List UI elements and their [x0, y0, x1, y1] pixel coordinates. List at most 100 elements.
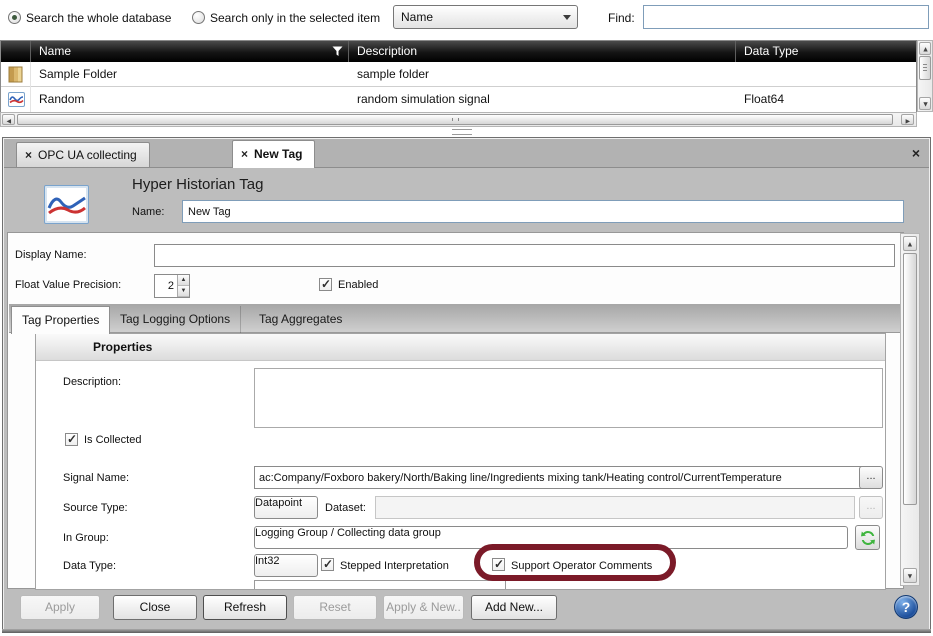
row-description: random simulation signal — [349, 87, 736, 112]
radio-whole-database-label: Search the whole database — [26, 11, 171, 25]
apply-and-new-button: Apply & New.. — [383, 595, 464, 620]
close-tab-icon[interactable]: × — [25, 143, 32, 167]
signal-name-input[interactable] — [254, 466, 864, 489]
group-title: Properties — [93, 340, 152, 354]
panel-bottom-edge — [2, 629, 931, 633]
in-group-dropdown[interactable]: Logging Group / Collecting data group — [254, 526, 848, 549]
in-group-label: In Group: — [63, 532, 109, 544]
form-vertical-scrollbar[interactable]: ▲ ▼ — [900, 233, 920, 586]
datatype-column-header[interactable]: Data Type — [736, 41, 918, 62]
radio-search-whole-database[interactable] — [8, 11, 21, 24]
description-textarea[interactable] — [254, 368, 883, 428]
property-tab-strip: Tag Properties Tag Logging Options Tag A… — [9, 304, 903, 333]
editor-title: Hyper Historian Tag — [132, 176, 263, 193]
data-type-value: Int32 — [255, 555, 279, 567]
results-table: Name Description Data Type Sample Folder… — [0, 40, 917, 112]
stepped-interpretation-checkbox[interactable] — [321, 558, 334, 571]
precision-label: Float Value Precision: — [15, 279, 121, 291]
icon-column-header[interactable] — [1, 41, 31, 62]
dataset-browse-button: ... — [859, 496, 883, 519]
splitter-handle[interactable] — [452, 129, 472, 135]
is-collected-checkbox[interactable] — [65, 433, 78, 446]
document-tab-bar: × OPC UA collecting × New Tag × — [4, 139, 929, 168]
row-icon-cell — [1, 62, 31, 87]
search-field-value: Name — [401, 10, 433, 24]
close-tab-icon[interactable]: × — [241, 141, 248, 168]
dataset-label: Dataset: — [325, 502, 366, 514]
support-operator-comments-label: Support Operator Comments — [511, 560, 652, 572]
scroll-up-arrow-icon[interactable]: ▲ — [919, 42, 931, 55]
name-column-header[interactable]: Name — [31, 41, 349, 62]
source-type-value: Datapoint — [255, 497, 302, 509]
chevron-down-icon — [563, 15, 571, 20]
data-type-label: Data Type: — [63, 560, 116, 572]
tab-label: New Tag — [254, 147, 302, 161]
refresh-button[interactable]: Refresh — [203, 595, 287, 620]
table-horizontal-scrollbar[interactable]: ◄ ► — [0, 112, 917, 127]
precision-value: 2 — [155, 275, 176, 297]
tab-label: OPC UA collecting — [38, 148, 137, 162]
is-collected-label: Is Collected — [84, 434, 141, 446]
row-name: Random — [31, 87, 349, 112]
add-new-button[interactable]: Add New... — [471, 595, 557, 620]
tab-new-tag[interactable]: × New Tag — [232, 140, 315, 168]
filter-funnel-icon[interactable] — [332, 46, 343, 57]
find-input[interactable] — [643, 5, 929, 29]
stepper-up-icon[interactable]: ▲ — [178, 275, 189, 286]
tag-type-icon — [44, 185, 89, 224]
partially-scrolled-control — [254, 580, 506, 590]
support-operator-comments-checkbox[interactable] — [492, 558, 505, 571]
tab-tag-aggregates[interactable]: Tag Aggregates — [249, 306, 352, 333]
row-icon-cell — [1, 87, 31, 112]
stepper-arrows[interactable]: ▲ ▼ — [177, 275, 189, 297]
form-scroll-thumb[interactable] — [903, 253, 917, 505]
apply-button: Apply — [20, 595, 100, 620]
form-area: Display Name: Float Value Precision: 2 ▲… — [7, 232, 904, 589]
scroll-up-arrow-icon[interactable]: ▲ — [903, 236, 917, 251]
scroll-down-arrow-icon[interactable]: ▼ — [919, 97, 931, 110]
row-description: sample folder — [349, 62, 736, 87]
refresh-group-button[interactable] — [855, 525, 880, 550]
in-group-value: Logging Group / Collecting data group — [255, 527, 441, 539]
radio-search-selected-item[interactable] — [192, 11, 205, 24]
signal-browse-button[interactable]: ... — [859, 466, 883, 489]
tab-tag-properties[interactable]: Tag Properties — [11, 306, 110, 334]
table-row[interactable]: Sample Folder sample folder — [1, 62, 916, 87]
enabled-checkbox[interactable] — [319, 278, 332, 291]
source-type-label: Source Type: — [63, 502, 128, 514]
signal-name-label: Signal Name: — [63, 472, 129, 484]
tag-name-input[interactable] — [182, 200, 904, 223]
display-name-input[interactable] — [154, 244, 895, 267]
display-name-label: Display Name: — [15, 249, 87, 261]
table-scroll-thumb[interactable] — [919, 56, 931, 80]
close-panel-icon[interactable]: × — [912, 145, 920, 161]
enabled-label: Enabled — [338, 279, 378, 291]
find-label: Find: — [608, 11, 635, 25]
editor-panel: × OPC UA collecting × New Tag × Hyper Hist… — [2, 137, 931, 632]
row-datatype: Float64 — [736, 87, 918, 112]
dataset-input — [375, 496, 855, 519]
table-row[interactable]: Random random simulation signal Float64 — [1, 87, 916, 112]
stepped-interpretation-label: Stepped Interpretation — [340, 560, 449, 572]
close-button[interactable]: Close — [113, 595, 197, 620]
radio-selected-item-label: Search only in the selected item — [210, 11, 380, 25]
help-icon[interactable]: ? — [894, 595, 918, 619]
description-column-header[interactable]: Description — [349, 41, 736, 62]
table-vertical-scrollbar[interactable]: ▲ ▼ — [917, 40, 933, 112]
reset-button: Reset — [293, 595, 377, 620]
name-label: Name: — [132, 206, 164, 218]
scroll-down-arrow-icon[interactable]: ▼ — [903, 568, 917, 583]
stepper-down-icon[interactable]: ▼ — [178, 286, 189, 297]
app-window: Search the whole database Search only in… — [0, 0, 933, 636]
tab-opc-ua-collecting[interactable]: × OPC UA collecting — [16, 142, 150, 167]
tab-tag-logging-options[interactable]: Tag Logging Options — [110, 306, 241, 333]
scroll-left-arrow-icon[interactable]: ◄ — [2, 114, 15, 125]
row-name: Sample Folder — [31, 62, 349, 87]
table-hscroll-thumb[interactable] — [17, 114, 893, 125]
search-field-dropdown[interactable]: Name — [393, 5, 578, 29]
data-type-dropdown[interactable]: Int32 — [254, 554, 318, 577]
source-type-dropdown[interactable]: Datapoint — [254, 496, 318, 519]
group-header: Properties — [36, 334, 885, 361]
precision-stepper[interactable]: 2 ▲ ▼ — [154, 274, 190, 298]
scroll-right-arrow-icon[interactable]: ► — [901, 114, 914, 125]
